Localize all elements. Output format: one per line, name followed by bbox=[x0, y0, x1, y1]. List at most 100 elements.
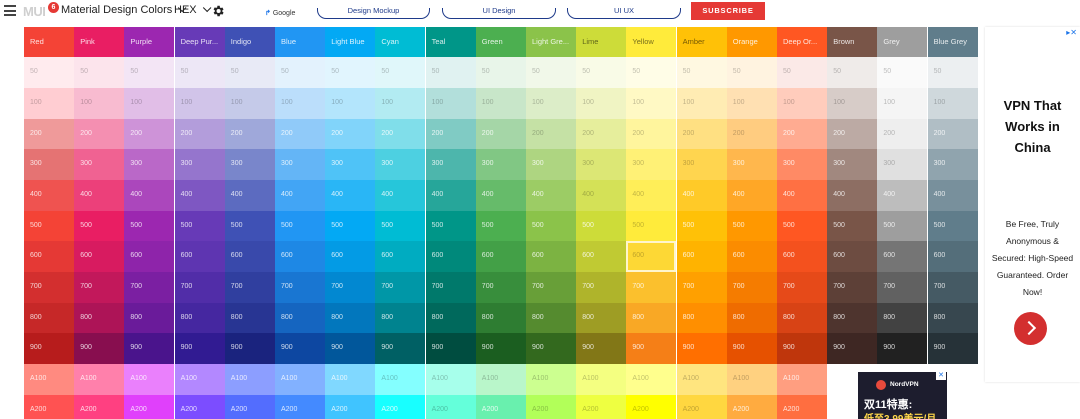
color-swatch[interactable]: 100 bbox=[526, 87, 576, 119]
color-swatch[interactable]: 400 bbox=[827, 179, 878, 211]
color-swatch[interactable]: 700 bbox=[325, 272, 376, 303]
color-swatch[interactable]: 800 bbox=[927, 302, 978, 334]
color-swatch[interactable]: A200 bbox=[626, 394, 677, 419]
color-swatch[interactable]: 800 bbox=[425, 302, 476, 334]
color-swatch[interactable]: 50 bbox=[24, 57, 74, 88]
color-swatch[interactable]: 700 bbox=[275, 272, 325, 303]
color-swatch[interactable]: 100 bbox=[174, 87, 225, 119]
color-swatch[interactable]: 50 bbox=[74, 57, 125, 88]
color-swatch[interactable]: 400 bbox=[275, 179, 325, 211]
color-swatch[interactable]: 100 bbox=[576, 87, 627, 119]
color-swatch[interactable]: 700 bbox=[425, 272, 476, 303]
color-swatch[interactable]: 300 bbox=[174, 149, 225, 180]
color-swatch[interactable]: A100 bbox=[526, 364, 576, 395]
color-swatch[interactable]: 100 bbox=[74, 87, 125, 119]
color-swatch[interactable]: 700 bbox=[827, 272, 878, 303]
color-swatch[interactable]: 600 bbox=[576, 241, 627, 272]
color-header[interactable]: Amber bbox=[676, 27, 727, 58]
color-swatch[interactable]: A100 bbox=[425, 364, 476, 395]
color-swatch[interactable]: 500 bbox=[124, 210, 175, 242]
color-swatch[interactable]: 700 bbox=[174, 272, 225, 303]
color-swatch[interactable]: 400 bbox=[475, 179, 526, 211]
color-swatch[interactable]: 100 bbox=[877, 87, 928, 119]
color-swatch[interactable]: 500 bbox=[526, 210, 576, 242]
color-swatch[interactable]: 50 bbox=[174, 57, 225, 88]
color-swatch[interactable]: A100 bbox=[24, 364, 74, 395]
color-swatch[interactable]: 200 bbox=[224, 118, 275, 150]
color-swatch[interactable]: 900 bbox=[275, 333, 325, 365]
color-swatch[interactable]: 50 bbox=[626, 57, 677, 88]
color-swatch[interactable]: 800 bbox=[877, 302, 928, 334]
color-swatch[interactable]: 200 bbox=[526, 118, 576, 150]
color-swatch[interactable]: 300 bbox=[726, 149, 777, 180]
color-swatch[interactable]: 400 bbox=[576, 179, 627, 211]
ad-cta-button[interactable] bbox=[1014, 312, 1047, 345]
color-swatch[interactable]: 400 bbox=[877, 179, 928, 211]
color-swatch[interactable]: 50 bbox=[375, 57, 426, 88]
color-swatch[interactable]: 400 bbox=[726, 179, 777, 211]
color-swatch[interactable]: 600 bbox=[676, 241, 727, 272]
color-swatch[interactable]: 900 bbox=[726, 333, 777, 365]
color-swatch[interactable]: 600 bbox=[526, 241, 576, 272]
color-header[interactable]: Light Gre... bbox=[526, 27, 576, 58]
color-swatch[interactable]: 300 bbox=[275, 149, 325, 180]
color-swatch[interactable]: 900 bbox=[224, 333, 275, 365]
color-swatch[interactable]: 400 bbox=[927, 179, 978, 211]
color-swatch[interactable]: 50 bbox=[676, 57, 727, 88]
color-swatch[interactable]: 400 bbox=[325, 179, 376, 211]
color-header[interactable]: Grey bbox=[877, 27, 928, 58]
color-swatch[interactable]: 600 bbox=[425, 241, 476, 272]
color-swatch[interactable]: 50 bbox=[325, 57, 376, 88]
color-swatch[interactable]: 800 bbox=[224, 302, 275, 334]
color-swatch[interactable]: 700 bbox=[224, 272, 275, 303]
color-swatch[interactable]: 900 bbox=[676, 333, 727, 365]
color-swatch[interactable]: 100 bbox=[827, 87, 878, 119]
color-swatch[interactable]: 200 bbox=[475, 118, 526, 150]
color-swatch[interactable]: 800 bbox=[626, 302, 677, 334]
color-swatch[interactable]: 100 bbox=[626, 87, 677, 119]
color-swatch[interactable]: 500 bbox=[827, 210, 878, 242]
color-swatch[interactable]: 400 bbox=[74, 179, 125, 211]
color-swatch[interactable]: 300 bbox=[676, 149, 727, 180]
color-swatch[interactable]: 500 bbox=[877, 210, 928, 242]
color-swatch[interactable]: 400 bbox=[626, 179, 677, 211]
color-swatch[interactable]: A100 bbox=[475, 364, 526, 395]
color-swatch[interactable]: A200 bbox=[726, 394, 777, 419]
color-swatch[interactable]: 700 bbox=[576, 272, 627, 303]
color-swatch[interactable]: 50 bbox=[124, 57, 175, 88]
color-swatch[interactable]: 500 bbox=[576, 210, 627, 242]
color-swatch[interactable]: 600 bbox=[827, 241, 878, 272]
color-swatch[interactable]: A200 bbox=[124, 394, 175, 419]
color-swatch[interactable]: 700 bbox=[526, 272, 576, 303]
close-icon[interactable]: ✕ bbox=[936, 372, 946, 380]
color-swatch[interactable]: 700 bbox=[475, 272, 526, 303]
nordvpn-ad[interactable]: ✕ NordVPN 双11特惠: 低至3.99美元/月 bbox=[858, 372, 947, 419]
color-swatch[interactable]: 200 bbox=[425, 118, 476, 150]
color-swatch[interactable]: 700 bbox=[927, 272, 978, 303]
color-swatch[interactable]: 300 bbox=[475, 149, 526, 180]
color-swatch[interactable]: 400 bbox=[375, 179, 426, 211]
color-swatch[interactable]: 200 bbox=[827, 118, 878, 150]
color-swatch[interactable]: 900 bbox=[475, 333, 526, 365]
color-swatch[interactable]: 50 bbox=[224, 57, 275, 88]
color-swatch[interactable]: A200 bbox=[74, 394, 125, 419]
color-swatch[interactable]: 700 bbox=[74, 272, 125, 303]
color-swatch[interactable]: A100 bbox=[174, 364, 225, 395]
color-swatch[interactable]: A100 bbox=[275, 364, 325, 395]
color-swatch[interactable]: 500 bbox=[174, 210, 225, 242]
color-swatch[interactable]: 300 bbox=[576, 149, 627, 180]
color-swatch[interactable]: 300 bbox=[777, 149, 827, 180]
color-swatch[interactable]: 500 bbox=[325, 210, 376, 242]
color-swatch[interactable]: 500 bbox=[475, 210, 526, 242]
color-swatch[interactable]: 900 bbox=[576, 333, 627, 365]
color-swatch[interactable]: 500 bbox=[74, 210, 125, 242]
color-swatch[interactable]: A100 bbox=[726, 364, 777, 395]
color-swatch[interactable]: 700 bbox=[24, 272, 74, 303]
color-swatch[interactable]: 300 bbox=[74, 149, 125, 180]
color-swatch[interactable]: 100 bbox=[726, 87, 777, 119]
color-swatch[interactable]: A200 bbox=[576, 394, 627, 419]
color-header[interactable]: Green bbox=[475, 27, 526, 58]
color-header[interactable]: Red bbox=[24, 27, 74, 58]
hamburger-menu-icon[interactable] bbox=[4, 5, 16, 16]
color-swatch[interactable]: 800 bbox=[827, 302, 878, 334]
